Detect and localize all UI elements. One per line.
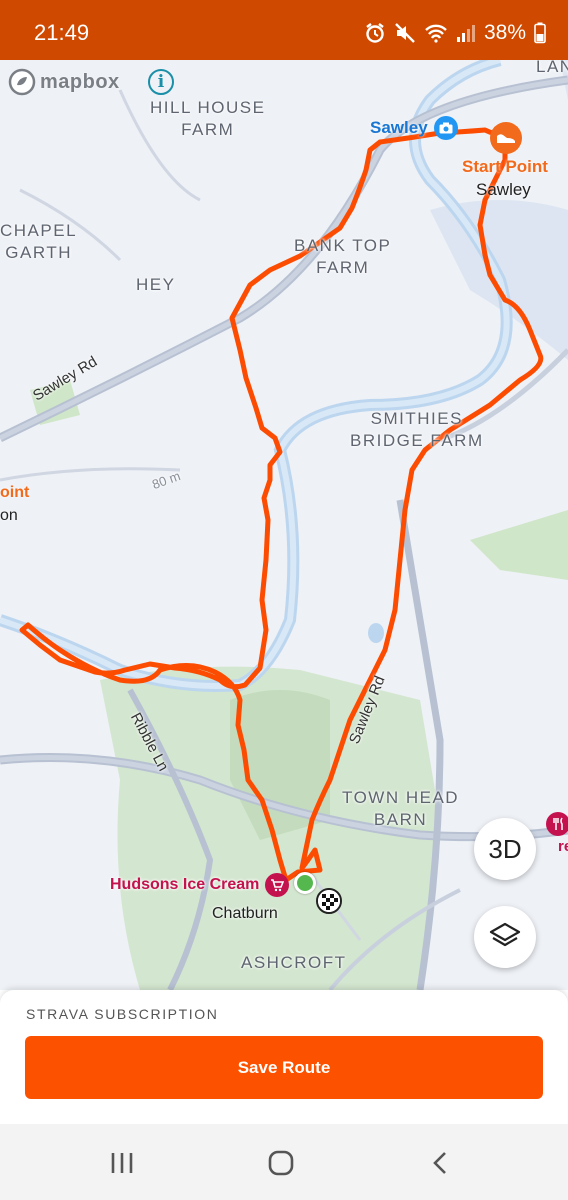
status-time: 21:49 [34, 20, 90, 45]
layers-button[interactable] [474, 906, 536, 968]
poi-sawley[interactable]: Sawley [370, 116, 458, 140]
back-button[interactable] [420, 1148, 460, 1178]
label-hey: HEY [136, 275, 176, 294]
checkered-flag-icon [316, 888, 342, 914]
camera-icon [433, 116, 458, 140]
layers-icon [489, 922, 521, 947]
save-route-button[interactable]: Save Route [25, 1036, 543, 1099]
info-icon[interactable]: i [148, 69, 174, 95]
restaurant-icon[interactable] [546, 812, 568, 836]
label-hill-house-farm: HILL HOUSE FARM [150, 98, 266, 139]
home-button[interactable] [261, 1148, 301, 1178]
subscription-label: STRAVA SUBSCRIPTION [26, 1006, 219, 1022]
label-lan: LAN [536, 60, 568, 76]
toggle-3d-button[interactable]: 3D [474, 818, 536, 880]
poi-sawley-label: Sawley [370, 118, 428, 137]
shoe-icon[interactable] [490, 122, 522, 154]
battery-icon [534, 22, 546, 44]
green-field [470, 510, 568, 580]
route-start-dot [294, 872, 316, 894]
signal-icon [456, 23, 476, 43]
mapbox-icon [8, 68, 36, 96]
mapbox-logo: mapbox [8, 68, 120, 96]
mute-icon [394, 22, 416, 44]
back-icon [433, 1152, 446, 1174]
label-ashcroft: ASHCROFT [241, 953, 347, 972]
status-bar: 21:49 38% [0, 0, 568, 60]
save-route-sheet: STRAVA SUBSCRIPTION Save Route [0, 990, 568, 1124]
offscreen-point-sublabel: on [0, 507, 18, 524]
system-nav-bar [0, 1124, 568, 1200]
label-smithies-bridge-farm: SMITHIES BRIDGE FARM [350, 409, 484, 450]
mapbox-wordmark: mapbox [40, 70, 120, 93]
battery-percent: 38% [483, 21, 526, 44]
poi-right-label: reen [558, 838, 568, 855]
alarm-icon [364, 22, 386, 44]
cart-icon [265, 873, 290, 897]
place-chatburn: Chatburn [212, 905, 278, 922]
label-chapel-garth: CHAPEL GARTH [0, 221, 78, 262]
label-town-head-barn: TOWN HEAD BARN [342, 788, 460, 829]
start-point-label: Start Point [462, 157, 548, 176]
offscreen-point-label: oint [0, 484, 30, 501]
poi-hudsons-ice-cream[interactable]: Hudsons Ice Cream [110, 873, 290, 897]
wifi-icon [424, 22, 448, 44]
start-point-sublabel: Sawley [476, 180, 531, 199]
recent-apps-icon [111, 1153, 133, 1173]
status-icons: 38% [364, 20, 546, 46]
recent-apps-button[interactable] [102, 1148, 142, 1178]
label-bank-top-farm: BANK TOP FARM [294, 236, 392, 277]
route-map[interactable]: mapbox i HILL HOUSE FARM CHAPEL GARTH HE… [0, 60, 568, 990]
home-icon [268, 1150, 294, 1176]
poi-hudsons-label: Hudsons Ice Cream [110, 876, 260, 893]
